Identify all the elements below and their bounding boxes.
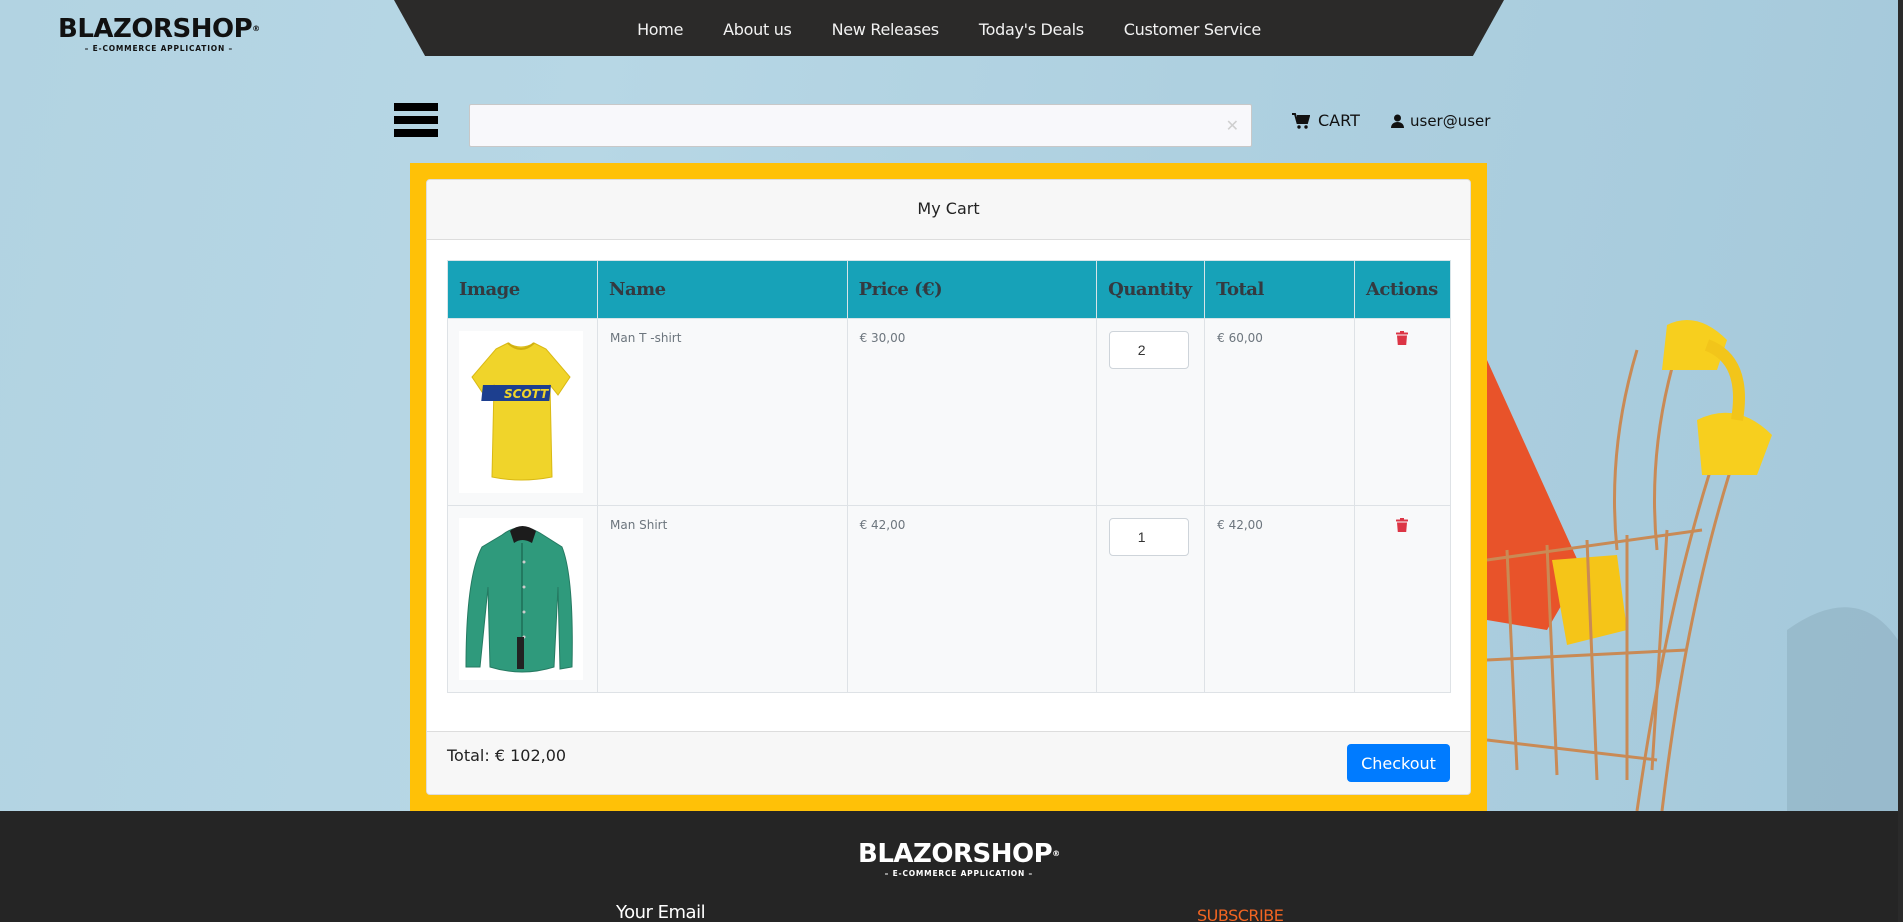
top-navigation: Home About us New Releases Today's Deals… — [394, 0, 1504, 56]
nav-home[interactable]: Home — [637, 20, 683, 39]
user-menu[interactable]: user@user — [1391, 112, 1490, 130]
product-image-tshirt: SCOTT — [459, 331, 583, 493]
logo-brand: BLAZORSHOP — [58, 14, 253, 44]
nav-todays-deals[interactable]: Today's Deals — [979, 20, 1084, 39]
cart-link[interactable]: CART — [1292, 111, 1360, 130]
hero-background: BLAZORSHOP® – E-COMMERCE APPLICATION – H… — [0, 0, 1898, 811]
shopping-cart-illustration — [1487, 320, 1898, 811]
quantity-input[interactable] — [1109, 518, 1190, 556]
product-image-shirt — [459, 518, 583, 680]
nav-about-us[interactable]: About us — [723, 20, 792, 39]
item-name: Man Shirt — [596, 505, 848, 693]
yellow-tshirt-icon: SCOTT — [471, 342, 571, 481]
checkout-button[interactable]: Checkout — [1347, 744, 1450, 782]
subscribe-button[interactable]: SUBSCRIBE — [1197, 906, 1284, 922]
col-total: Total — [1204, 260, 1355, 319]
window-scrollbar[interactable] — [1898, 0, 1903, 922]
col-quantity: Quantity — [1096, 260, 1206, 319]
search-input[interactable] — [470, 105, 1251, 146]
user-icon — [1391, 114, 1404, 128]
shopping-cart-icon — [1292, 112, 1310, 129]
clear-search-icon[interactable]: ✕ — [1226, 116, 1239, 135]
cart-title: My Cart — [427, 180, 1470, 240]
green-shirt-icon — [465, 525, 573, 672]
cart-table: Image Name Price (€) Quantity Total Acti… — [447, 260, 1452, 693]
user-email: user@user — [1410, 112, 1491, 130]
logo-tagline: – E-COMMERCE APPLICATION – — [84, 44, 233, 53]
item-price: € 30,00 — [846, 318, 1098, 506]
cart-label: CART — [1318, 111, 1360, 130]
quantity-input[interactable] — [1109, 331, 1190, 369]
cart-panel-frame: My Cart Image Name Price (€) Quantity To… — [410, 163, 1487, 811]
footer-logo[interactable]: BLAZORSHOP® – E-COMMERCE APPLICATION – — [858, 841, 1060, 878]
col-image: Image — [447, 260, 598, 319]
table-row: SCOTT Man T -shirt € 30,00 € 60,00 — [447, 318, 1452, 506]
col-actions: Actions — [1353, 260, 1452, 319]
trash-icon[interactable] — [1396, 518, 1409, 535]
col-price: Price (€) — [846, 260, 1098, 319]
trash-icon[interactable] — [1396, 331, 1409, 348]
nav-new-releases[interactable]: New Releases — [832, 20, 940, 39]
site-logo[interactable]: BLAZORSHOP® – E-COMMERCE APPLICATION – — [58, 16, 260, 53]
footer-brand: BLAZORSHOP — [858, 839, 1053, 869]
hamburger-icon[interactable] — [394, 103, 439, 141]
cart-total: Total: € 102,00 — [447, 746, 567, 765]
cart-card: My Cart Image Name Price (€) Quantity To… — [426, 179, 1471, 795]
svg-text:SCOTT: SCOTT — [504, 387, 549, 401]
footer-email-label: Your Email — [616, 902, 706, 922]
footer-tagline: – E-COMMERCE APPLICATION – — [884, 869, 1033, 878]
item-total: € 60,00 — [1204, 318, 1355, 506]
col-name: Name — [596, 260, 848, 319]
nav-customer-service[interactable]: Customer Service — [1124, 20, 1261, 39]
item-price: € 42,00 — [846, 505, 1098, 693]
cart-footer: Total: € 102,00 Checkout — [427, 731, 1470, 794]
table-header-row: Image Name Price (€) Quantity Total Acti… — [447, 260, 1452, 319]
search-box: ✕ — [469, 104, 1252, 147]
table-row: Man Shirt € 42,00 € 42,00 — [447, 505, 1452, 693]
item-total: € 42,00 — [1204, 505, 1355, 693]
item-name: Man T -shirt — [596, 318, 848, 506]
